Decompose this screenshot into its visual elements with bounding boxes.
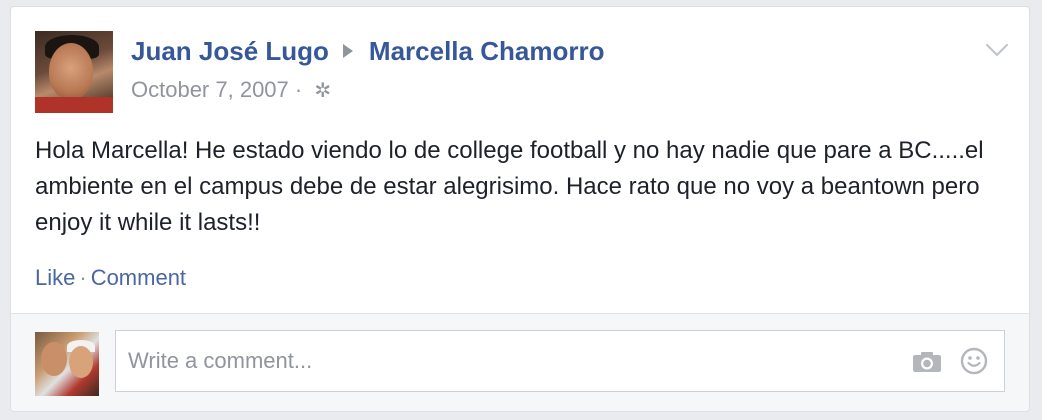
viewer-avatar[interactable]: [35, 332, 99, 396]
recipient-name-link[interactable]: Marcella Chamorro: [369, 36, 605, 66]
chevron-down-icon[interactable]: [985, 33, 1009, 57]
post-header: Juan José Lugo Marcella Chamorro: [131, 37, 604, 65]
like-link[interactable]: Like: [35, 265, 75, 290]
gear-icon[interactable]: ✲: [314, 78, 331, 104]
post-date-link[interactable]: October 7, 2007: [131, 77, 289, 102]
post-actions: Like · Comment: [35, 265, 186, 291]
author-avatar[interactable]: [35, 31, 113, 113]
avatar-person-left: [41, 342, 67, 376]
post-meta: October 7, 2007 · ✲: [131, 77, 331, 104]
actions-separator: ·: [79, 265, 87, 290]
post-body: Hola Marcella! He estado viendo lo de co…: [35, 137, 984, 236]
avatar-person-right: [69, 346, 93, 378]
comment-box: [115, 330, 1005, 392]
comment-input[interactable]: [116, 331, 876, 391]
avatar-face: [49, 43, 93, 99]
camera-icon[interactable]: [912, 351, 942, 373]
smiley-icon[interactable]: [960, 347, 988, 375]
comment-link[interactable]: Comment: [91, 265, 186, 290]
comment-section: [11, 313, 1029, 411]
post-card: Juan José Lugo Marcella Chamorro October …: [10, 6, 1030, 412]
arrow-right-icon: [342, 44, 353, 59]
avatar-shirt: [35, 97, 113, 113]
author-name-link[interactable]: Juan José Lugo: [131, 36, 329, 66]
meta-separator: ·: [294, 77, 303, 102]
